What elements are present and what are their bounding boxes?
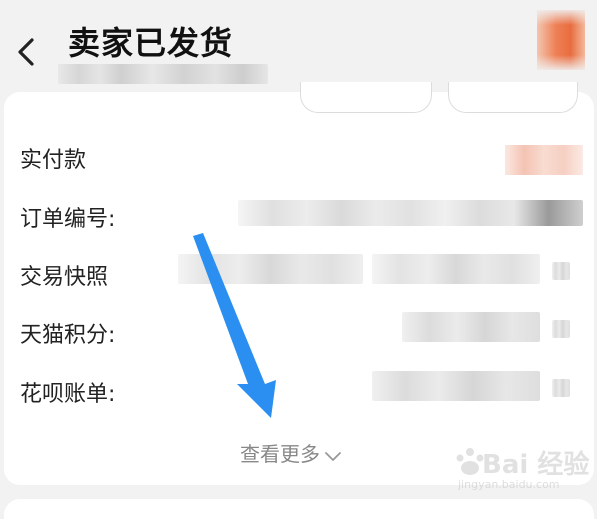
row-label-tmall-points: 天猫积分: (20, 323, 116, 348)
row-label-payment: 实付款 (20, 148, 87, 173)
blurred-snapshot-chevron (552, 262, 570, 280)
row-label-order-number: 订单编号: (20, 207, 116, 232)
watermark-url: jingyan.baidu.com (458, 478, 560, 491)
back-button[interactable] (14, 36, 40, 68)
blurred-payment-amount (505, 145, 583, 175)
blurred-huabei-bill (372, 371, 540, 401)
chevron-down-icon (325, 451, 341, 461)
blurred-avatar (537, 10, 585, 70)
page-title: 卖家已发货 (68, 24, 234, 62)
blurred-subtitle (58, 64, 268, 84)
blurred-snapshot-right (372, 254, 540, 284)
chevron-left-icon (18, 38, 34, 66)
next-card (4, 499, 594, 519)
action-button-left[interactable] (300, 82, 432, 113)
blurred-tmall-points (402, 312, 540, 342)
blurred-bill-chevron (552, 379, 570, 397)
see-more-label: 查看更多 (240, 442, 320, 466)
row-label-huabei-bill: 花呗账单: (20, 382, 116, 407)
blurred-order-number (238, 200, 583, 226)
row-label-snapshot[interactable]: 交易快照 (20, 259, 108, 291)
watermark-text: Bai 经验 (482, 450, 590, 480)
baidu-jingyan-watermark: Bai 经验 jingyan.baidu.com (450, 440, 590, 496)
blurred-points-chevron (552, 320, 570, 338)
blurred-snapshot-left (178, 254, 363, 284)
see-more-button[interactable]: 查看更多 (240, 438, 342, 467)
action-button-right[interactable] (448, 82, 578, 113)
